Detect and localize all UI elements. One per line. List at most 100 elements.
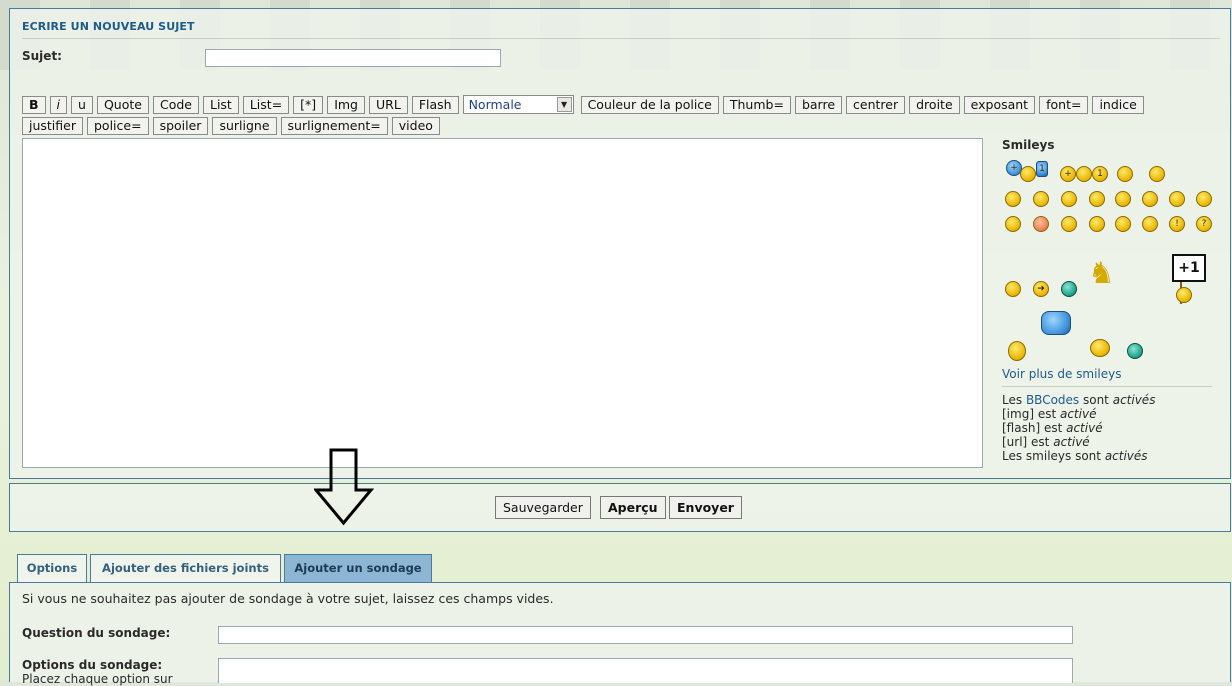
smileys-state: activés [1104,449,1148,463]
laugh-smiley-icon[interactable] [1076,166,1092,182]
center-button[interactable]: centrer [846,95,906,114]
plus-smiley-icon[interactable]: + [1060,166,1076,182]
send-button[interactable]: Envoyer [669,496,742,519]
posting-rules-status: Les BBCodes sont activés [img] est activ… [1002,393,1155,463]
poll-panel: Si vous ne souhaitez pas ajouter de sond… [9,582,1231,686]
poll-options-textarea[interactable] [218,658,1073,683]
question-smiley-icon[interactable]: ? [1196,216,1212,232]
car-smiley-icon[interactable] [1041,311,1071,335]
poll-question-input[interactable] [218,626,1073,644]
font-color-button[interactable]: Couleur de la police [580,95,719,114]
highlight-color-button[interactable]: surlignement= [280,117,388,135]
strike-button[interactable]: barre [794,95,843,114]
right-align-button[interactable]: droite [909,95,960,114]
flash-prefix: [flash] est [1002,421,1067,435]
surprised-smiley-icon[interactable] [1061,191,1077,207]
pacman-smiley-icon[interactable] [1127,343,1143,359]
highlight-button[interactable]: surligne [212,117,277,135]
one-smiley-icon[interactable]: 1 [1036,161,1048,177]
bbcodes-prefix: Les [1002,393,1026,407]
more-smileys-link[interactable]: Voir plus de smileys [1002,367,1121,381]
submit-actions-panel: Sauvegarder Aperçu Envoyer [9,483,1231,532]
poll-options-hint: Placez chaque option sur [22,672,173,686]
font-button[interactable]: font= [1039,95,1089,114]
font-size-selected: Normale [468,97,522,112]
arrow-smiley-icon[interactable]: ➜ [1033,281,1049,297]
save-draft-button[interactable]: Sauvegarder [495,496,591,519]
preview-button[interactable]: Aperçu [600,496,666,519]
teeth-smiley-icon[interactable] [1061,281,1077,297]
flash-button[interactable]: Flash [411,95,459,114]
neutral-smiley-icon[interactable] [1115,191,1131,207]
quote-button[interactable]: Quote [96,95,149,114]
wink-smiley-icon[interactable] [1142,216,1158,232]
smiley-icon[interactable] [1020,166,1036,182]
cheer-smiley-icon[interactable] [1090,339,1110,357]
minus-one-smiley-icon[interactable]: 1 [1092,166,1108,182]
worried-smiley-icon[interactable] [1061,216,1077,232]
underline-button[interactable]: u [71,95,93,114]
dancing-bananas-icon[interactable]: ♞ [1088,259,1115,289]
url-button[interactable]: URL [369,95,408,114]
img-prefix: [img] est [1002,407,1060,421]
bold-button[interactable]: B [22,95,46,114]
video-button[interactable]: video [391,117,440,135]
tab-poll[interactable]: Ajouter un sondage [284,554,432,582]
angry-smiley-icon[interactable] [1196,191,1212,207]
code-button[interactable]: Code [152,95,199,114]
bbcodes-state: activés [1112,393,1156,407]
post-editor-panel: ECRIRE UN NOUVEAU SUJET Sujet: B i u Quo… [9,8,1231,479]
img-button[interactable]: Img [327,95,365,114]
smileys-divider [1002,386,1212,387]
tongue-smiley-icon[interactable] [1005,216,1021,232]
bbcodes-link[interactable]: BBCodes [1026,393,1079,407]
exclamation-smiley-icon[interactable]: ! [1169,216,1185,232]
flash-state: activé [1066,421,1103,435]
smileys-title: Smileys [1002,138,1055,152]
font-size-select[interactable]: Normale ▼ [462,95,574,114]
list-item-button[interactable]: [*] [293,95,324,114]
tab-options[interactable]: Options [17,554,87,582]
list-button[interactable]: List [202,95,239,114]
spoiler-button[interactable]: spoiler [152,117,209,135]
bbcodes-mid: sont [1079,393,1113,407]
arrow-down-icon [314,448,374,526]
sad-smiley-icon[interactable] [1033,191,1049,207]
section-title: ECRIRE UN NOUVEAU SUJET [22,20,195,33]
happy-smiley-icon[interactable] [1005,191,1021,207]
subject-input[interactable] [205,49,501,67]
font-family-button[interactable]: police= [87,117,149,135]
blush-smiley-icon[interactable] [1033,216,1049,232]
evil-smiley-icon[interactable] [1089,216,1105,232]
bearded-smiley-icon[interactable] [1008,341,1026,361]
message-textarea[interactable] [22,138,983,468]
img-state: activé [1059,407,1097,421]
bbcode-toolbar-row-1: B i u Quote Code List List= [*] Img URL … [22,95,1144,114]
superscript-button[interactable]: exposant [963,95,1036,114]
poll-options-label: Options du sondage: [22,658,163,672]
idea-smiley-icon[interactable] [1005,281,1021,297]
poll-question-label: Question du sondage: [22,626,171,640]
tab-attachments[interactable]: Ajouter des fichiers joints [90,554,281,582]
subject-label: Sujet: [22,49,62,63]
grin-smiley-icon[interactable] [1117,166,1133,182]
italic-button[interactable]: i [49,95,68,114]
big-grin-smiley-icon[interactable] [1169,191,1185,207]
bbcode-toolbar-row-2: justifier police= spoiler surligne surli… [22,117,440,135]
poll-intro-text: Si vous ne souhaitez pas ajouter de sond… [22,591,554,606]
url-state: activé [1053,435,1090,449]
smileys-prefix: Les smileys sont [1002,449,1105,463]
chevron-down-icon: ▼ [556,97,572,112]
clock-smiley-icon[interactable] [1149,166,1165,182]
confused-smiley-icon[interactable] [1089,191,1105,207]
plus-one-sign-icon[interactable]: +1 [1172,254,1206,282]
list-ordered-button[interactable]: List= [242,95,290,114]
justify-button[interactable]: justifier [22,117,83,135]
url-prefix: [url] est [1002,435,1054,449]
cool-smiley-icon[interactable] [1142,191,1158,207]
sign-holder-smiley-icon[interactable] [1176,287,1192,303]
thumb-button[interactable]: Thumb= [722,95,791,114]
subscript-button[interactable]: indice [1092,95,1144,114]
title-divider [22,38,1220,39]
eyes-smiley-icon[interactable] [1115,216,1131,232]
